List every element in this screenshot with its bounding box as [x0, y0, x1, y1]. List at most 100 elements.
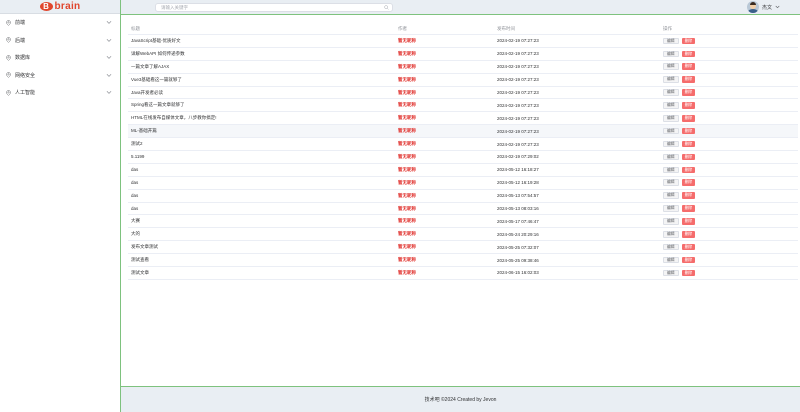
edit-button[interactable]: 编辑	[663, 243, 679, 251]
table-row: 一篇文章了解AJAX 暂无昵称 2024-02-19 07:27:23 编辑 删除	[128, 61, 798, 74]
edit-button[interactable]: 编辑	[663, 166, 679, 174]
row-actions: 编辑 删除	[663, 99, 696, 111]
article-title[interactable]: 5.1199	[131, 151, 144, 163]
sidebar-item-label: 数据库	[15, 55, 31, 62]
delete-button[interactable]: 删除	[681, 127, 696, 135]
delete-button[interactable]: 删除	[681, 63, 696, 70]
logo[interactable]: B brain	[0, 0, 120, 14]
edit-button[interactable]: 编辑	[663, 37, 679, 45]
article-title[interactable]: 大的	[131, 228, 140, 240]
article-title[interactable]: JavaScript基础-优质好文	[131, 35, 181, 47]
article-title[interactable]: HTML在线发布自媒体文章，八步教你搞定!	[131, 112, 217, 124]
article-time: 2024-05-13 08:03:16	[497, 206, 539, 212]
edit-button[interactable]: 编辑	[663, 89, 679, 96]
main-content: 标题 作者 发布时间 操作 JavaScript基础-优质好文 暂无昵称 2024-…	[121, 15, 800, 386]
sidebar-menu: 前端后端数据库网络安全人工智能	[0, 14, 120, 102]
row-actions: 编辑 删除	[663, 228, 696, 240]
user-menu[interactable]: 杰文	[746, 1, 780, 13]
delete-button[interactable]: 删除	[681, 231, 696, 238]
row-actions: 编辑 删除	[663, 241, 696, 253]
delete-button[interactable]: 删除	[681, 166, 696, 174]
edit-button[interactable]: 编辑	[663, 127, 679, 135]
delete-button[interactable]: 删除	[681, 256, 696, 264]
article-time: 2024-05-25 09:38:46	[497, 257, 539, 263]
article-title[interactable]: das	[131, 203, 138, 215]
article-title[interactable]: 发布文章测试	[131, 241, 158, 253]
edit-button[interactable]: 编辑	[663, 192, 679, 199]
article-title[interactable]: Spring看这一篇文章就够了	[131, 99, 185, 111]
table-row: 5.1199 暂无昵称 2024-02-19 07:29:02 编辑 删除	[128, 151, 798, 164]
sidebar-item-label: 人工智能	[15, 90, 36, 97]
delete-button[interactable]: 删除	[681, 192, 696, 199]
edit-button[interactable]: 编辑	[663, 179, 679, 186]
edit-button[interactable]: 编辑	[663, 153, 679, 161]
article-title[interactable]: 详解WebAPI 如何传递参数	[131, 48, 185, 60]
table-body: JavaScript基础-优质好文 暂无昵称 2024-02-19 07:27:23…	[128, 35, 798, 280]
article-time: 2024-02-19 07:27:23	[497, 102, 539, 108]
delete-button[interactable]: 删除	[681, 153, 696, 161]
article-time: 2024-05-12 16:18:27	[497, 167, 539, 173]
row-actions: 编辑 删除	[663, 203, 696, 215]
article-time: 2024-05-17 07:46:47	[497, 218, 539, 224]
article-title[interactable]: 大赛	[131, 215, 140, 227]
edit-button[interactable]: 编辑	[663, 269, 679, 277]
search-input[interactable]	[155, 3, 393, 12]
row-actions: 编辑 删除	[663, 190, 696, 202]
sidebar: B brain 前端后端数据库网络安全人工智能	[0, 0, 121, 412]
edit-button[interactable]: 编辑	[663, 102, 679, 109]
article-title[interactable]: Java开发者必读	[131, 87, 163, 99]
edit-button[interactable]: 编辑	[663, 205, 679, 212]
edit-button[interactable]: 编辑	[663, 231, 679, 238]
sidebar-item-label: 网络安全	[15, 72, 36, 79]
delete-button[interactable]: 删除	[681, 115, 696, 122]
search-icon[interactable]	[384, 5, 389, 10]
edit-button[interactable]: 编辑	[663, 63, 679, 70]
delete-button[interactable]: 删除	[681, 218, 696, 225]
edit-button[interactable]: 编辑	[663, 256, 679, 264]
table-row: Vue3基础看这一篇就够了 暂无昵称 2024-02-19 07:27:23 编辑 删除	[128, 74, 798, 87]
column-header-title: 标题	[131, 25, 140, 31]
edit-button[interactable]: 编辑	[663, 50, 679, 58]
article-title[interactable]: das	[131, 164, 138, 176]
edit-button[interactable]: 编辑	[663, 115, 679, 122]
row-actions: 编辑 删除	[663, 112, 696, 124]
article-title[interactable]: ML-基础开篇	[131, 125, 157, 137]
column-header-time: 发布时间	[497, 25, 515, 31]
sidebar-item[interactable]: 前端	[0, 14, 120, 32]
avatar[interactable]	[746, 1, 759, 13]
delete-button[interactable]: 删除	[681, 89, 696, 96]
chevron-down-icon	[106, 56, 112, 59]
sidebar-item-label: 前端	[15, 20, 26, 27]
article-title[interactable]: Vue3基础看这一篇就够了	[131, 74, 182, 86]
table-row: 测试2 暂无昵称 2024-02-19 07:27:23 编辑 删除	[128, 138, 798, 152]
delete-button[interactable]: 删除	[681, 37, 696, 45]
edit-button[interactable]: 编辑	[663, 76, 679, 83]
article-title[interactable]: das	[131, 177, 138, 189]
edit-button[interactable]: 编辑	[663, 140, 679, 148]
delete-button[interactable]: 删除	[681, 179, 696, 186]
delete-button[interactable]: 删除	[681, 140, 696, 148]
sidebar-item[interactable]: 网络安全	[0, 67, 120, 85]
sidebar-item[interactable]: 人工智能	[0, 84, 120, 102]
sidebar-item[interactable]: 数据库	[0, 49, 120, 67]
delete-button[interactable]: 删除	[681, 269, 696, 277]
delete-button[interactable]: 删除	[681, 205, 696, 212]
logo-text: brain	[54, 1, 81, 12]
article-title[interactable]: 测试2	[131, 138, 143, 150]
article-title[interactable]: 一篇文章了解AJAX	[131, 61, 169, 73]
row-actions: 编辑 删除	[663, 164, 696, 176]
article-time: 2024-06-15 16:02:03	[497, 270, 539, 276]
article-title[interactable]: 测试文章	[131, 267, 149, 279]
table-row: 大赛 暂无昵称 2024-05-17 07:46:47 编辑 删除	[128, 215, 798, 229]
delete-button[interactable]: 删除	[681, 76, 696, 83]
footer: 技术吧 ©2024 Created by Jevon	[121, 386, 800, 412]
article-title[interactable]: das	[131, 190, 138, 202]
chevron-down-icon	[106, 38, 112, 42]
sidebar-item[interactable]: 后端	[0, 32, 120, 50]
delete-button[interactable]: 删除	[681, 102, 696, 109]
article-time: 2024-05-24 20:29:16	[497, 231, 539, 237]
delete-button[interactable]: 删除	[681, 243, 696, 251]
article-title[interactable]: 测试查看	[131, 254, 149, 266]
edit-button[interactable]: 编辑	[663, 218, 679, 225]
delete-button[interactable]: 删除	[681, 50, 696, 58]
